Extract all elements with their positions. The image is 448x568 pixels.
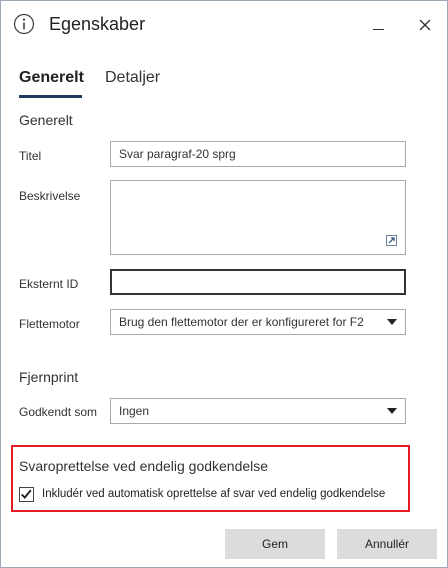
highlight-box [11, 445, 410, 512]
cancel-button[interactable]: Annullér [337, 529, 437, 559]
description-label: Beskrivelse [19, 189, 81, 203]
tab-details[interactable]: Detaljer [105, 69, 160, 87]
general-section-heading: Generelt [19, 112, 73, 128]
external-id-field[interactable] [110, 269, 406, 295]
merge-engine-select[interactable]: Brug den flettemotor der er konfigureret… [110, 309, 406, 335]
external-id-label: Eksternt ID [19, 277, 79, 291]
description-field[interactable] [110, 180, 406, 255]
properties-dialog: Egenskaber Generelt Detaljer Generelt Ti… [0, 0, 448, 568]
approved-as-label: Godkendt som [19, 405, 98, 419]
merge-engine-value: Brug den flettemotor der er konfigureret… [119, 315, 364, 329]
expand-icon[interactable] [386, 235, 397, 246]
merge-engine-label: Flettemotor [19, 317, 80, 331]
title-label: Titel [19, 149, 42, 163]
remote-print-heading: Fjernprint [19, 369, 79, 385]
title-field[interactable]: Svar paragraf-20 sprg [110, 141, 406, 167]
minimize-icon[interactable] [367, 13, 391, 37]
title-value: Svar paragraf-20 sprg [119, 147, 236, 161]
reply-creation-heading: Svaroprettelse ved endelig godkendelse [19, 458, 269, 474]
include-checkbox-label[interactable]: Inkludér ved automatisk oprettelse af sv… [42, 488, 385, 500]
chevron-down-icon[interactable] [387, 319, 397, 325]
close-icon[interactable] [413, 13, 437, 37]
chevron-down-icon[interactable] [387, 408, 397, 414]
save-button[interactable]: Gem [225, 529, 325, 559]
info-circle-icon [13, 13, 35, 35]
tab-general[interactable]: Generelt [19, 69, 84, 87]
approved-as-select[interactable]: Ingen [110, 398, 406, 424]
active-tab-indicator [19, 95, 82, 98]
approved-as-value: Ingen [119, 404, 150, 418]
checkmark-icon [21, 489, 32, 499]
title-bar: Egenskaber [1, 1, 447, 47]
window-title: Egenskaber [49, 14, 146, 34]
include-checkbox[interactable] [19, 487, 34, 502]
